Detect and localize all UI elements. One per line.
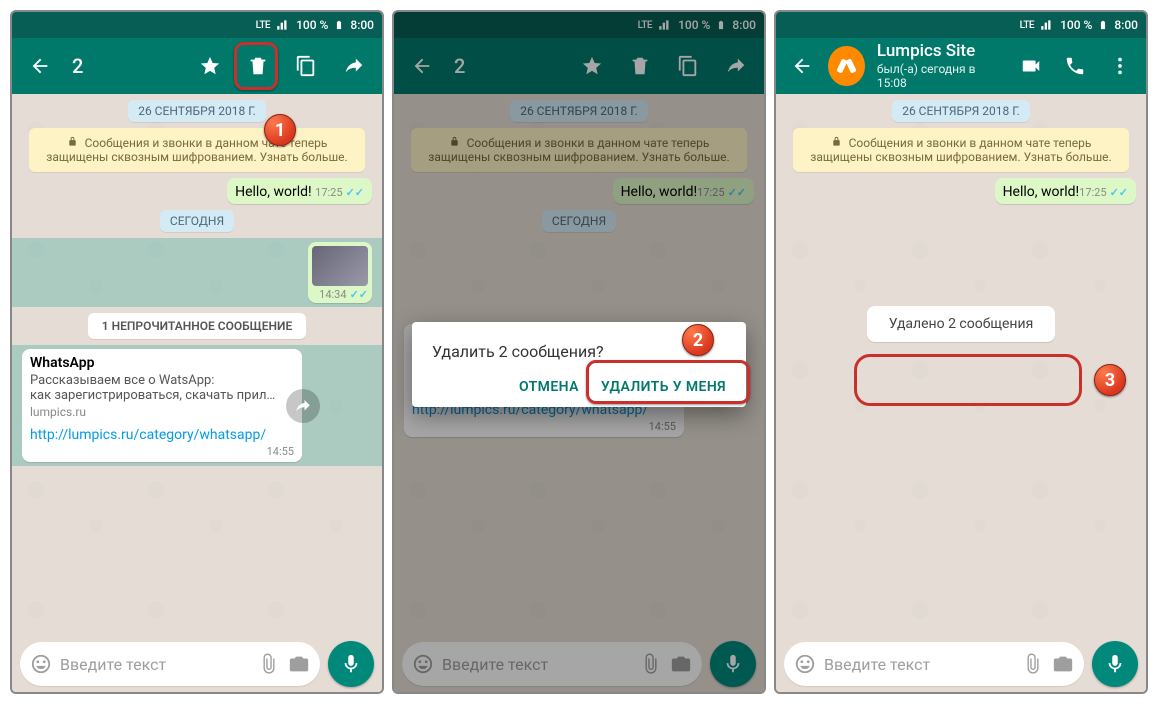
emoji-icon[interactable] <box>30 653 52 675</box>
share-icon[interactable] <box>286 389 320 423</box>
link-title: WhatsApp <box>30 355 294 371</box>
chat-app-bar: Lumpics Site был(-а) сегодня в 15:08 <box>776 38 1146 94</box>
video-call-button[interactable] <box>1013 46 1049 86</box>
image-thumbnail[interactable] <box>312 246 368 286</box>
chat-title[interactable]: Lumpics Site был(-а) сегодня в 15:08 <box>877 41 997 90</box>
avatar[interactable] <box>828 46 864 86</box>
input-bar: Введите текст <box>12 636 382 692</box>
signal-icon <box>276 18 290 32</box>
copy-button[interactable] <box>286 46 326 86</box>
message-input[interactable]: Введите текст <box>20 642 320 686</box>
battery-icon <box>334 18 344 32</box>
message-hello[interactable]: Hello, world! 17:25✓✓ <box>227 178 372 204</box>
message-input[interactable]: Введите текст <box>784 642 1084 686</box>
back-button[interactable] <box>784 46 820 86</box>
dialog-delete-for-me-button[interactable]: УДАЛИТЬ У МЕНЯ <box>601 379 726 395</box>
lte-label: LTE <box>256 20 270 31</box>
link-url[interactable]: http://lumpics.ru/category/whatsapp/ <box>30 427 294 443</box>
lock-icon <box>67 136 78 147</box>
battery-pct: 100 % <box>296 18 328 32</box>
read-ticks-icon: ✓✓ <box>346 186 364 199</box>
selection-app-bar: 2 <box>12 38 382 94</box>
back-button[interactable] <box>20 46 60 86</box>
dialog-question: Удалить 2 сообщения? <box>432 342 726 361</box>
selected-message-link[interactable]: WhatsApp Рассказываем все о WatsApp: как… <box>12 345 382 466</box>
delete-button[interactable] <box>238 46 278 86</box>
chat-area[interactable]: 26 СЕНТЯБРЯ 2018 Г. Сообщения и звонки в… <box>776 94 1146 636</box>
status-bar: LTE 100 % 8:00 <box>12 12 382 38</box>
screenshot-3: LTE 100 % 8:00 Lumpics Site был(-а) сего… <box>774 10 1148 694</box>
voice-call-button[interactable] <box>1057 46 1093 86</box>
clock: 8:00 <box>350 18 374 32</box>
selection-count: 2 <box>72 54 83 78</box>
deleted-toast: Удалено 2 сообщения <box>867 306 1056 342</box>
selected-message-image[interactable]: 14:34✓✓ <box>12 238 382 307</box>
link-desc: Рассказываем все о WatsApp: как зарегист… <box>30 373 294 403</box>
mic-button[interactable] <box>1092 641 1138 687</box>
today-pill: СЕГОДНЯ <box>160 210 234 232</box>
more-button[interactable] <box>1102 46 1138 86</box>
chat-area[interactable]: 26 СЕНТЯБРЯ 2018 Г. Сообщения и звонки в… <box>12 94 382 636</box>
delete-dialog: Удалить 2 сообщения? ОТМЕНА УДАЛИТЬ У МЕ… <box>412 322 746 407</box>
camera-icon[interactable] <box>288 653 310 675</box>
input-placeholder: Введите текст <box>60 655 250 674</box>
mic-button[interactable] <box>328 641 374 687</box>
screenshot-2: LTE 100 % 8:00 2 26 СЕНТЯБРЯ 2018 Г. Соо… <box>392 10 766 694</box>
screenshot-1: LTE 100 % 8:00 2 26 СЕНТЯБРЯ 2018 Г. Соо… <box>10 10 384 694</box>
date-pill: 26 СЕНТЯБРЯ 2018 Г. <box>128 100 266 122</box>
link-site: lumpics.ru <box>30 405 294 419</box>
status-bar: LTE 100 % 8:00 <box>776 12 1146 38</box>
forward-button[interactable] <box>334 46 374 86</box>
attach-icon[interactable] <box>258 653 280 675</box>
star-button[interactable] <box>190 46 230 86</box>
unread-banner: 1 НЕПРОЧИТАННОЕ СООБЩЕНИЕ <box>88 313 306 339</box>
encryption-notice[interactable]: Сообщения и звонки в данном чате теперь … <box>29 128 365 172</box>
dialog-cancel-button[interactable]: ОТМЕНА <box>519 379 579 395</box>
